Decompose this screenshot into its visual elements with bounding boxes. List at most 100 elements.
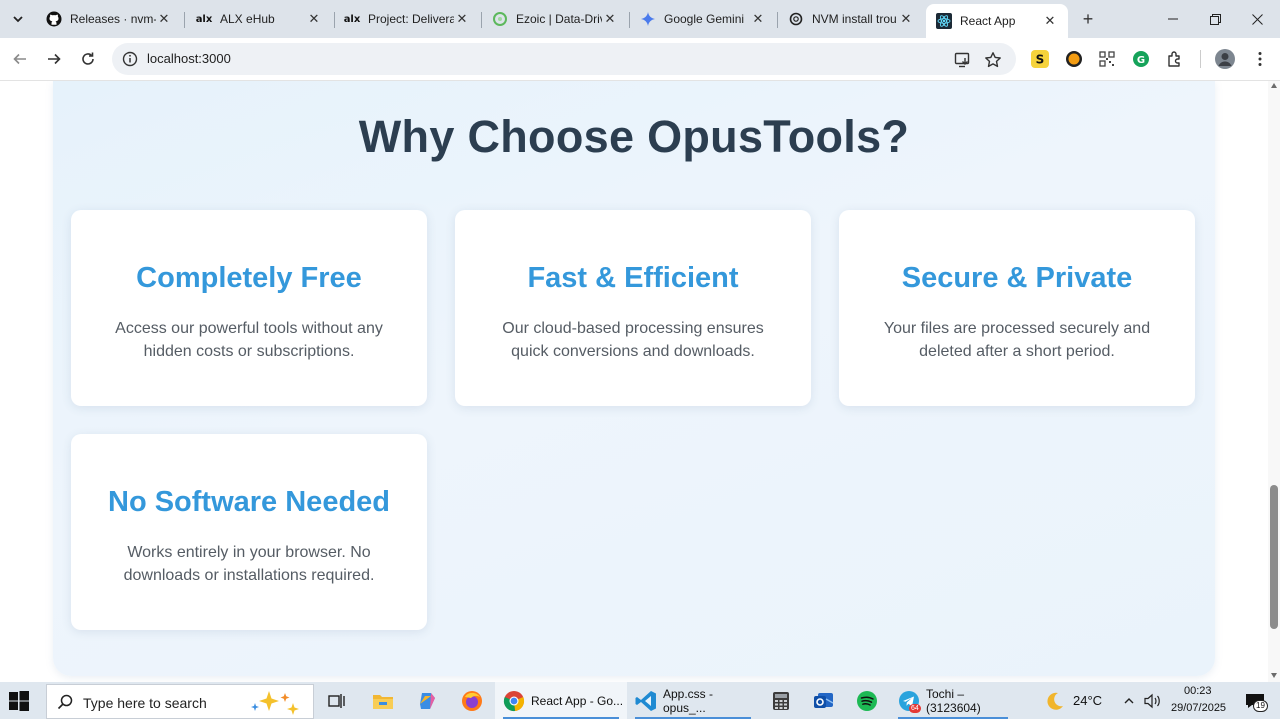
- outlook-icon[interactable]: [812, 689, 836, 713]
- reload-button[interactable]: [75, 46, 101, 72]
- search-placeholder: Type here to search: [83, 695, 207, 711]
- extension-metamask-icon[interactable]: [1064, 49, 1084, 69]
- tab-title: NVM install trou: [812, 12, 897, 26]
- page-viewport: Why Choose OpusTools? Completely Free Ac…: [0, 81, 1268, 682]
- scroll-down-arrow-icon[interactable]: [1271, 673, 1277, 678]
- calculator-icon[interactable]: [769, 689, 793, 713]
- extension-grammarly-icon[interactable]: G: [1131, 49, 1151, 69]
- file-explorer-icon[interactable]: [371, 689, 395, 713]
- taskbar-app-label: Tochi – (3123604): [926, 686, 981, 715]
- clock-date[interactable]: 29/07/2025: [1171, 702, 1226, 714]
- feature-card-text: Access our powerful tools without any hi…: [115, 320, 383, 360]
- close-icon[interactable]: ✕: [750, 11, 766, 27]
- minimize-button[interactable]: [1150, 0, 1196, 38]
- svg-text:G: G: [1137, 55, 1145, 66]
- extension-qr-icon[interactable]: [1097, 49, 1117, 69]
- feature-card-no-software: No Software Needed Works entirely in you…: [71, 434, 427, 630]
- firefox-icon[interactable]: [460, 689, 484, 713]
- copilot-app-icon[interactable]: [416, 689, 440, 713]
- new-tab-button[interactable]: +: [1076, 8, 1100, 30]
- reload-icon: [82, 52, 94, 65]
- scrollbar-thumb[interactable]: [1270, 485, 1278, 629]
- forward-button[interactable]: [41, 46, 67, 72]
- alx-icon: alx: [343, 13, 361, 25]
- taskbar-app-chrome[interactable]: React App - Go...: [495, 682, 627, 719]
- browser-toolbar: localhost:3000 S G: [0, 38, 1280, 81]
- address-bar[interactable]: localhost:3000: [112, 43, 1016, 75]
- chrome-icon: [503, 690, 525, 711]
- close-icon[interactable]: ✕: [306, 11, 322, 27]
- page-scrollbar[interactable]: [1268, 81, 1280, 682]
- tab-react-app[interactable]: React App ✕: [926, 4, 1068, 38]
- extension-sider-icon[interactable]: S: [1030, 49, 1050, 69]
- weather-temperature[interactable]: 24°C: [1073, 693, 1102, 708]
- github-icon: [46, 11, 62, 27]
- taskbar-search-box[interactable]: Type here to search: [46, 684, 314, 719]
- arrow-right-icon: [48, 53, 61, 65]
- svg-text:S: S: [1036, 53, 1045, 67]
- openai-icon: [788, 11, 804, 27]
- scroll-up-arrow-icon[interactable]: [1271, 83, 1277, 88]
- tab-ezoic[interactable]: Ezoic | Data-Driv ✕: [482, 4, 628, 34]
- feature-card-text: Your files are processed securely and de…: [883, 320, 1151, 360]
- feature-card-text: Works entirely in your browser. No downl…: [123, 544, 375, 584]
- profile-avatar[interactable]: [1214, 48, 1236, 70]
- speaker-icon[interactable]: [1142, 689, 1164, 713]
- chevron-down-icon: [13, 16, 23, 23]
- taskbar-app-vscode[interactable]: App.css - opus_...: [627, 682, 759, 719]
- tab-nvm-install[interactable]: NVM install trou ✕: [778, 4, 924, 34]
- close-icon[interactable]: ✕: [454, 11, 470, 27]
- extensions-puzzle-icon[interactable]: [1165, 49, 1185, 69]
- search-icon: [57, 694, 73, 710]
- alx-icon: alx: [195, 13, 213, 25]
- restore-icon: [1209, 13, 1221, 25]
- telegram-icon-wrap: 64: [898, 690, 921, 713]
- feature-card-title: No Software Needed: [108, 486, 390, 518]
- tab-search-button[interactable]: [6, 7, 30, 31]
- tab-project-deliverables[interactable]: alx Project: Delivera ✕: [334, 4, 480, 34]
- section-heading: Why Choose OpusTools?: [358, 111, 910, 162]
- ezoic-icon: [492, 11, 508, 27]
- notifications-button[interactable]: 19: [1240, 689, 1270, 713]
- toolbar-divider: [1200, 50, 1201, 68]
- tab-separator: [184, 12, 185, 28]
- kebab-menu-icon: [1258, 52, 1262, 66]
- close-window-button[interactable]: [1234, 0, 1280, 38]
- close-icon[interactable]: ✕: [898, 11, 914, 27]
- spotify-icon[interactable]: [855, 689, 879, 713]
- chevron-up-icon[interactable]: [1119, 689, 1139, 713]
- tab-title: Ezoic | Data-Driv: [516, 12, 602, 26]
- bookmark-star-icon[interactable]: [984, 51, 1002, 69]
- install-app-icon[interactable]: [954, 51, 972, 69]
- close-icon[interactable]: ✕: [602, 11, 618, 27]
- tab-releases[interactable]: Releases · nvm-s ✕: [36, 4, 182, 34]
- close-icon[interactable]: ✕: [156, 11, 172, 27]
- browser-menu-button[interactable]: [1250, 49, 1270, 69]
- feature-card-free: Completely Free Access our powerful tool…: [71, 210, 427, 406]
- info-icon[interactable]: [122, 51, 138, 67]
- back-button[interactable]: [7, 46, 33, 72]
- tab-title: React App: [960, 14, 1016, 28]
- feature-card-secure: Secure & Private Your files are processe…: [839, 210, 1195, 406]
- clock-time[interactable]: 00:23: [1184, 685, 1212, 697]
- taskbar-app-telegram[interactable]: 64 Tochi – (3123604): [890, 682, 1016, 719]
- tab-alx-ehub[interactable]: alx ALX eHub ✕: [186, 4, 332, 34]
- close-icon: [1251, 13, 1263, 25]
- copilot-sparkle-icon[interactable]: [247, 689, 305, 715]
- tab-google-gemini[interactable]: Google Gemini ✕: [630, 4, 776, 34]
- feature-card-title: Fast & Efficient: [527, 262, 739, 294]
- react-icon: [936, 13, 952, 29]
- tab-title: Project: Delivera: [368, 12, 454, 26]
- feature-card-fast: Fast & Efficient Our cloud-based process…: [455, 210, 811, 406]
- moon-weather-icon[interactable]: [1042, 689, 1066, 713]
- url-text[interactable]: localhost:3000: [147, 51, 231, 66]
- vscode-icon: [635, 690, 656, 711]
- windows-start-icon[interactable]: [8, 690, 30, 712]
- tab-strip: Releases · nvm-s ✕ alx ALX eHub ✕ alx Pr…: [0, 0, 1280, 38]
- task-view-icon[interactable]: [325, 689, 349, 713]
- feature-card-title: Secure & Private: [901, 262, 1133, 294]
- taskbar-app-label: React App - Go...: [531, 693, 624, 708]
- taskbar-app-label: App.css - opus_...: [662, 686, 713, 715]
- restore-button[interactable]: [1192, 0, 1238, 38]
- close-icon[interactable]: ✕: [1042, 13, 1058, 29]
